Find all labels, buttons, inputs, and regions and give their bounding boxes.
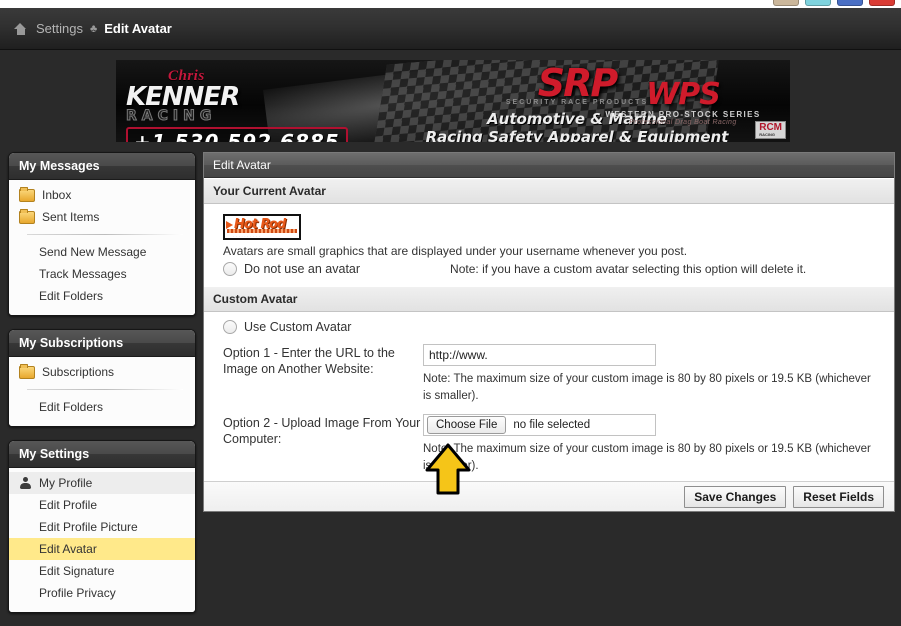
toolbar-button-2[interactable] [805,0,831,6]
avatar-description: Avatars are small graphics that are disp… [223,244,688,258]
sidebar-panel: My Settings My Profile Edit Profile Edit Pr… [8,440,196,613]
rcm-badge-sub: RACING [759,132,775,137]
sidebar-item-send-new-message[interactable]: Send New Message [9,241,195,263]
current-avatar-image[interactable]: Hot Rod . . . . . . . . . . [223,214,301,240]
breadcrumb-separator-icon: ♣ [89,22,98,35]
browser-chrome-strip [0,0,901,8]
sidebar-panel-title: My Messages [9,153,195,180]
option1-row: Option 1 - Enter the URL to the Image on… [223,344,885,404]
toolbar-button-3[interactable] [837,0,863,6]
sidebar-panel-body: Inbox Sent Items Send New Message Track Mes… [9,180,195,315]
choose-file-button[interactable]: Choose File [427,416,507,435]
use-custom-avatar-label[interactable]: Use Custom Avatar [244,320,351,334]
option2-note: Note: The maximum size of your custom im… [423,443,871,473]
rcm-badge: RCM RACING [755,121,786,139]
sidebar-item-label: Track Messages [39,267,127,281]
sidebar-item-edit-profile[interactable]: Edit Profile [9,494,195,516]
sidebar-item-label: Inbox [42,188,72,202]
no-avatar-option-row: Do not use an avatar Note: if you have a… [223,262,885,276]
current-avatar-heading: Your Current Avatar [204,178,894,204]
breadcrumb-parent[interactable]: Settings [36,21,83,36]
save-changes-button[interactable]: Save Changes [684,485,787,508]
sidebar-divider [27,389,183,390]
avatar-url-input[interactable] [423,344,656,366]
no-avatar-radio[interactable] [223,262,237,276]
custom-avatar-section: Use Custom Avatar Option 1 - Enter the U… [204,312,894,485]
sidebar-item-track-messages[interactable]: Track Messages [9,263,195,285]
sidebar-item-edit-avatar[interactable]: Edit Avatar [9,538,195,560]
sidebar-panel: My Messages Inbox Sent Items Send New Messa… [8,152,196,316]
sidebar-panel-body: My Profile Edit Profile Edit Profile Pictu… [9,468,195,612]
file-status-text: no file selected [513,419,591,432]
srp-line-2: Racing Safety Apparel & Equipment [425,128,729,142]
option1-label: Option 1 - Enter the URL to the Image on… [223,346,395,376]
sidebar-panel-body: Subscriptions Edit Folders [9,357,195,426]
no-avatar-note: Note: if you have a custom avatar select… [450,262,807,276]
sidebar-item-edit-folders[interactable]: Edit Folders [9,285,195,307]
breadcrumb: Settings ♣ Edit Avatar [0,8,901,50]
no-avatar-label[interactable]: Do not use an avatar [244,262,360,276]
toolbar-button-1[interactable] [773,0,799,6]
sidebar-item-label: Subscriptions [42,365,115,379]
sidebar-item-label: My Profile [39,476,93,490]
wps-tagline: WESTERN PRO-STOCK SERIES [605,110,761,119]
sidebar-item-subscriptions[interactable]: Subscriptions [9,361,195,383]
sidebar-item-label: Profile Privacy [39,586,116,600]
sidebar-item-sent-items[interactable]: Sent Items [9,206,195,228]
sidebar-item-edit-profile-picture[interactable]: Edit Profile Picture [9,516,195,538]
sidebar-item-label: Edit Profile [39,498,98,512]
toolbar-button-4[interactable] [869,0,895,6]
kenner-racing-logo: Chris KENNER RACING +1 530 592 6885 [126,68,381,142]
form-action-bar: Save Changes Reset Fields [204,481,894,511]
current-avatar-section: Hot Rod . . . . . . . . . . Avatars are … [204,204,894,286]
option2-label: Option 2 - Upload Image From Your Comput… [223,416,421,446]
reset-fields-button[interactable]: Reset Fields [793,485,884,508]
sidebar-item-edit-signature[interactable]: Edit Signature [9,560,195,582]
folder-icon [19,363,35,379]
kenner-main-text: KENNER [126,82,240,112]
home-icon[interactable] [14,22,27,35]
sidebar-item-label: Edit Profile Picture [39,520,138,534]
sidebar-item-my-profile[interactable]: My Profile [9,472,195,494]
person-icon [19,477,32,489]
sidebar-divider [27,234,183,235]
option1-field-group: Note: The maximum size of your custom im… [423,344,885,404]
sidebar-item-label: Send New Message [39,245,147,259]
kenner-sub-text: RACING [126,107,217,124]
sidebar-item-label: Edit Signature [39,564,115,578]
folder-icon [19,186,35,202]
browser-toolbar-buttons [773,0,895,6]
option1-note: Note: The maximum size of your custom im… [423,373,871,402]
sidebar-item-label: Edit Avatar [39,542,97,556]
option2-row: Option 2 - Upload Image From Your Comput… [223,414,885,474]
use-custom-avatar-radio[interactable] [223,320,237,334]
sidebar-panel: My Subscriptions Subscriptions Edit Folder… [8,329,196,427]
advertisement-banner[interactable]: Chris KENNER RACING +1 530 592 6885 SRP … [116,60,790,142]
folder-icon [19,208,35,224]
sidebar-panel-title: My Settings [9,441,195,468]
sidebar-item-profile-privacy[interactable]: Profile Privacy [9,582,195,604]
wps-subtitle: Professional Drag Boat Racing [629,119,737,126]
avatar-footer-decor: . . . . . . . . . . [233,234,261,238]
use-custom-avatar-row: Use Custom Avatar [223,320,885,334]
sidebar-item-edit-folders[interactable]: Edit Folders [9,396,195,418]
wps-logo-block: WPS WESTERN PRO-STOCK SERIES Professiona… [588,77,778,127]
sidebar-panel-title: My Subscriptions [9,330,195,357]
banner-region: Chris KENNER RACING +1 530 592 6885 SRP … [0,50,901,152]
sidebar-item-inbox[interactable]: Inbox [9,184,195,206]
wps-logo-text: WPS [646,77,721,112]
main-content-panel: Edit Avatar Your Current Avatar Hot Rod … [203,152,895,512]
sidebar-item-label: Edit Folders [39,289,104,303]
kenner-phone-number: +1 530 592 6885 [126,126,348,142]
sidebar: My Messages Inbox Sent Items Send New Messa… [8,152,196,626]
avatar-file-input[interactable]: Choose File no file selected [423,414,656,437]
avatar-stripe-decor [227,229,297,233]
custom-avatar-heading: Custom Avatar [204,286,894,312]
avatar-arrow-decor [226,221,233,229]
option2-field-group: Choose File no file selected Note: The m… [423,414,885,474]
sidebar-item-label: Sent Items [42,210,100,224]
breadcrumb-current: Edit Avatar [104,21,172,36]
page-title: Edit Avatar [204,153,894,178]
sidebar-item-label: Edit Folders [39,400,104,414]
